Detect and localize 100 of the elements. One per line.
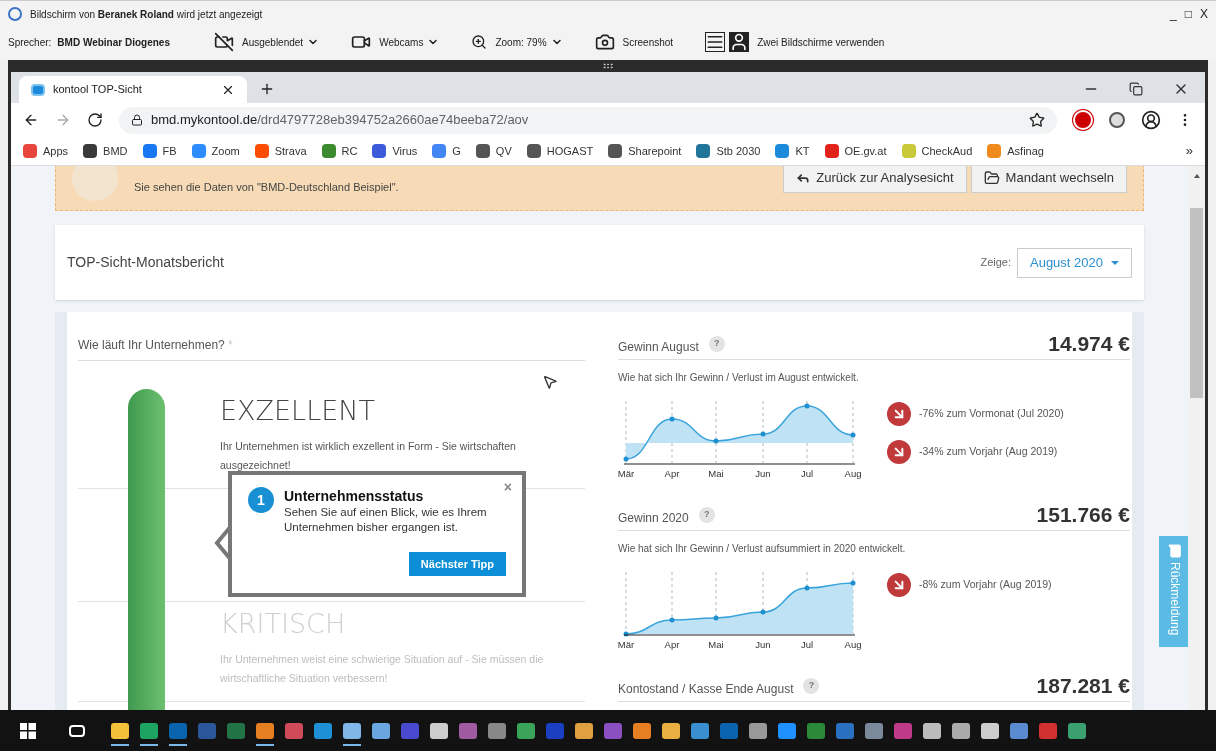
tab-favicon <box>31 83 45 96</box>
banner-text: Sie sehen die Daten von "BMD-Deutschland Beispiel". <box>134 180 399 196</box>
status-question: Wie läuft Ihr Unternehmen? * <box>78 338 233 352</box>
status-level-title: EXZELLENT <box>220 395 376 427</box>
metric-title: Gewinn August <box>618 339 699 356</box>
task-view-icon[interactable] <box>69 724 85 737</box>
more-bookmarks-button[interactable]: » <box>1185 141 1193 161</box>
metric-subtitle: Wie hat sich Ihr Gewinn / Verlust aufsummiert in 2020 entwickelt. <box>618 542 907 556</box>
status-level-text: Ihr Unternehmen ist wirklich exzellent in Form - Sie wirtschaften ausgezeichnet! <box>220 439 517 473</box>
metric-value: 151.766 € <box>1036 503 1130 527</box>
axis-label: Mai <box>708 467 724 481</box>
axis-label: Aug <box>844 467 862 481</box>
speaker-label: Sprecher: <box>8 35 52 50</box>
reload-icon[interactable] <box>87 112 103 128</box>
reply-arrow-icon <box>796 171 811 185</box>
speaker-name: BMD Webinar Diogenes <box>57 35 170 50</box>
trend-down-icon <box>887 402 911 426</box>
metric-title: Gewinn 2020 <box>618 510 689 527</box>
share-tool-button[interactable]: Zwei Bildschirme verwenden <box>705 32 885 52</box>
metric-subtitle: Wie hat sich Ihr Gewinn / Verlust im August entwickelt. <box>618 371 860 385</box>
trend-down-icon <box>887 440 911 464</box>
url-host: bmd.mykontool.de <box>151 112 258 128</box>
step-number: 1 <box>248 487 274 513</box>
banner-button[interactable]: Mandant wechseln <box>970 166 1127 193</box>
axis-label: Mär <box>617 638 635 652</box>
bookmark-link[interactable]: Sharepoint <box>608 142 682 160</box>
lines-icon <box>705 32 726 52</box>
metric-value: 187.281 € <box>1036 674 1130 698</box>
bookmark-link[interactable]: G <box>432 142 461 160</box>
bookmark-star-icon[interactable] <box>1029 112 1045 128</box>
axis-label: Apr <box>664 467 680 481</box>
share-tool-button[interactable]: Zoom: 79% <box>471 34 563 50</box>
axis-label: Mär <box>617 467 635 481</box>
report-title: TOP-Sicht-Monatsbericht <box>67 253 224 272</box>
next-tip-button[interactable]: Nächster Tipp <box>408 552 506 576</box>
bookmark-link[interactable]: Zoom <box>191 142 240 160</box>
axis-label: Aug <box>844 638 862 652</box>
profile-icon[interactable] <box>1141 110 1161 130</box>
url-path: /drd4797728eb394752a2660ae74beeba72/aov <box>257 112 529 128</box>
speech-bubble-icon <box>1168 544 1182 558</box>
bookmark-link[interactable]: RC <box>321 142 358 160</box>
bookmark-link[interactable]: CheckAud <box>901 142 973 160</box>
share-notice: Bildschirm von Beranek Roland wird jetzt angezeigt <box>30 7 263 22</box>
change-text: -34% zum Vorjahr (Aug 2019) <box>919 444 1058 460</box>
tab-title: kontool TOP-Sicht <box>53 82 143 98</box>
share-app-icon <box>8 7 22 21</box>
zoom-in-icon <box>471 34 488 50</box>
mouse-cursor-icon <box>542 374 558 390</box>
close-button[interactable]: × <box>503 477 512 498</box>
bookmark-link[interactable]: Stb 2030 <box>696 142 761 160</box>
status-level-text: Ihr Unternehmen weist eine schwierige Situation auf - Sie müssen die wirtschaftliche Situation verbessern! <box>220 652 545 686</box>
address-bar[interactable]: bmd.mykontool.de/drd4797728eb394752a2660ae74beeba72/aov <box>119 106 1057 134</box>
windows-logo-icon[interactable] <box>20 722 36 739</box>
folder-icon <box>983 170 1000 186</box>
trend-down-icon <box>887 573 911 597</box>
show-label: Zeige: <box>980 255 1011 271</box>
bookmark-link[interactable]: Virus <box>372 142 418 160</box>
share-tool-button[interactable]: Screenshot <box>594 32 674 52</box>
period-dropdown[interactable]: August 2020 <box>1017 247 1132 278</box>
scrollbar-thumb[interactable] <box>1190 208 1203 398</box>
help-badge[interactable]: ? <box>803 678 820 694</box>
new-tab-icon[interactable] <box>259 81 275 97</box>
bookmark-link[interactable]: Apps <box>23 142 69 160</box>
camera-off-icon <box>213 32 234 52</box>
axis-label: Jun <box>755 467 771 481</box>
person-icon <box>729 32 750 52</box>
axis-label: Jul <box>800 467 814 481</box>
share-tool-button[interactable]: Ausgeblendet <box>213 32 320 52</box>
bookmark-link[interactable]: Strava <box>254 142 307 160</box>
back-icon[interactable] <box>23 112 39 128</box>
help-badge[interactable]: ? <box>708 336 725 352</box>
bookmark-link[interactable]: Asfinag <box>987 142 1044 160</box>
bookmark-link[interactable]: KT <box>775 142 810 160</box>
change-text: -76% zum Vormonat (Jul 2020) <box>919 406 1064 422</box>
caret-icon <box>1111 260 1119 265</box>
axis-label: Jun <box>755 638 771 652</box>
tip-title: Unternehmensstatus <box>284 487 425 505</box>
axis-label: Mai <box>708 638 724 652</box>
bookmark-link[interactable]: QV <box>475 142 512 160</box>
restore-icon[interactable] <box>1129 82 1143 96</box>
metric-title: Kontostand / Kasse Ende August <box>618 681 794 698</box>
camera-icon <box>594 32 615 52</box>
axis-label: Apr <box>664 638 680 652</box>
bookmark-link[interactable]: BMD <box>83 142 128 160</box>
bookmark-link[interactable]: FB <box>142 142 177 160</box>
help-badge[interactable]: ? <box>698 507 715 523</box>
browser-tab[interactable]: kontool TOP-Sicht <box>19 76 247 103</box>
bookmark-link[interactable]: OE.gv.at <box>824 142 887 160</box>
extension-icon[interactable] <box>1109 112 1125 128</box>
change-text: -8% zum Vorjahr (Aug 2019) <box>919 577 1052 593</box>
window-control[interactable]: X <box>1200 8 1208 20</box>
adblock-icon[interactable] <box>1073 110 1093 130</box>
banner-button[interactable]: Zurück zur Analysesicht <box>783 166 967 193</box>
share-tool-button[interactable]: Webcams <box>351 32 440 52</box>
scroll-up-icon[interactable] <box>1193 174 1200 178</box>
window-control[interactable]: □ <box>1184 8 1192 20</box>
tip-text: Sehen Sie auf einen Blick, wie es Ihrem Unternehmen bisher ergangen ist. <box>284 505 488 535</box>
bookmark-link[interactable]: HOGAST <box>526 142 594 160</box>
metric-value: 14.974 € <box>1048 332 1130 356</box>
window-control[interactable]: _ <box>1170 8 1177 20</box>
